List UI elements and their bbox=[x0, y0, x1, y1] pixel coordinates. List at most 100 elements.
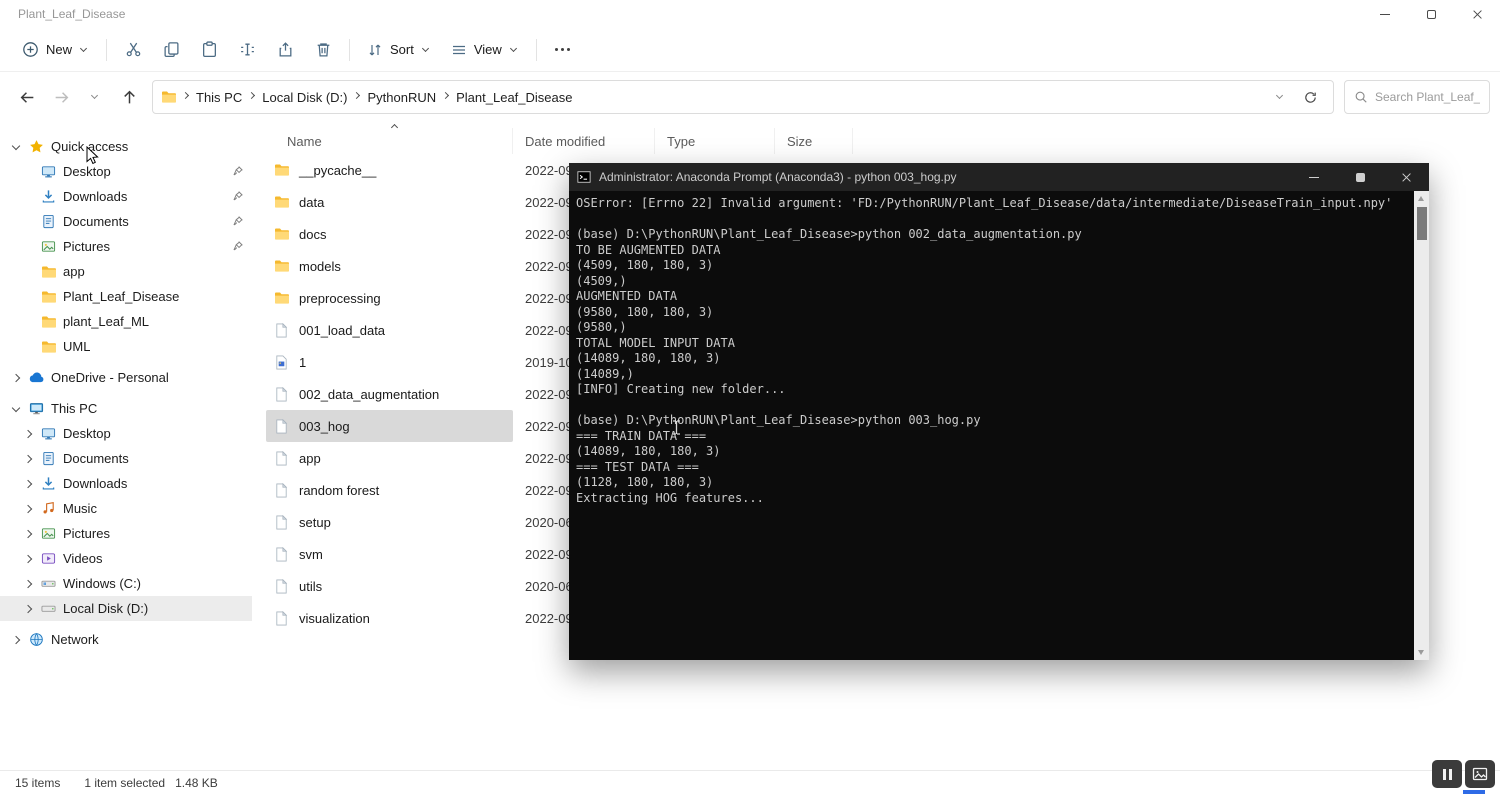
address-pill[interactable]: This PC Local Disk (D:) PythonRUN Plant_Lea… bbox=[152, 80, 1334, 114]
new-button[interactable]: New bbox=[12, 35, 99, 64]
explorer-toolbar: New Sort View bbox=[0, 28, 1500, 72]
breadcrumb-item-plant-leaf-disease[interactable]: Plant_Leaf_Disease bbox=[451, 86, 577, 109]
delete-button[interactable] bbox=[304, 34, 342, 66]
sidebar-item-app[interactable]: app bbox=[0, 259, 252, 284]
refresh-button[interactable] bbox=[1295, 83, 1325, 111]
sidebar-item-music[interactable]: Music bbox=[0, 496, 252, 521]
file-name-cell: docs bbox=[266, 218, 513, 250]
sidebar-item-uml[interactable]: UML bbox=[0, 334, 252, 359]
sidebar-item-local-disk-d[interactable]: Local Disk (D:) bbox=[0, 596, 252, 621]
chevron-right-icon[interactable] bbox=[8, 370, 24, 386]
windows-drive-icon bbox=[40, 576, 57, 592]
copy-button[interactable] bbox=[152, 34, 190, 66]
address-dropdown-button[interactable] bbox=[1265, 83, 1295, 111]
breadcrumb-separator[interactable] bbox=[441, 92, 451, 102]
file-icon bbox=[274, 611, 290, 626]
sidebar-item-onedrive-personal[interactable]: OneDrive - Personal bbox=[0, 365, 252, 390]
share-button[interactable] bbox=[266, 34, 304, 66]
maximize-button[interactable] bbox=[1408, 0, 1454, 28]
terminal-close-button[interactable] bbox=[1383, 163, 1429, 191]
pause-button[interactable] bbox=[1432, 760, 1462, 788]
up-button[interactable] bbox=[112, 81, 146, 113]
breadcrumb-item-local-disk-d[interactable]: Local Disk (D:) bbox=[257, 86, 352, 109]
sidebar-item-documents[interactable]: Documents bbox=[0, 446, 252, 471]
column-header-type[interactable]: Type bbox=[655, 128, 775, 154]
breadcrumb-separator[interactable] bbox=[181, 92, 191, 102]
sort-button[interactable]: Sort bbox=[357, 36, 441, 64]
column-header-date-modified[interactable]: Date modified bbox=[513, 128, 655, 154]
terminal-maximize-button[interactable] bbox=[1337, 163, 1383, 191]
terminal-scrollbar[interactable] bbox=[1414, 191, 1429, 660]
column-header-size[interactable]: Size bbox=[775, 128, 853, 154]
terminal-output[interactable]: OSError: [Errno 22] Invalid argument: 'F… bbox=[569, 191, 1414, 660]
anaconda-prompt-window[interactable]: Administrator: Anaconda Prompt (Anaconda… bbox=[569, 163, 1429, 660]
column-header-name[interactable]: Name bbox=[252, 128, 513, 154]
star-icon bbox=[28, 139, 45, 155]
sidebar-item-this-pc[interactable]: This PC bbox=[0, 396, 252, 421]
chevron-right-icon[interactable] bbox=[20, 551, 36, 567]
recent-locations-button[interactable] bbox=[78, 81, 112, 113]
drive-icon bbox=[40, 601, 57, 617]
search-box[interactable] bbox=[1344, 80, 1490, 114]
breadcrumb-item-this-pc[interactable]: This PC bbox=[191, 86, 247, 109]
chevron-spacer bbox=[20, 189, 36, 205]
sidebar-item-quick-access[interactable]: Quick access bbox=[0, 134, 252, 159]
breadcrumb-separator[interactable] bbox=[247, 92, 257, 102]
file-name: 1 bbox=[299, 355, 306, 370]
sidebar-item-windows-c[interactable]: Windows (C:) bbox=[0, 571, 252, 596]
sidebar-item-pictures[interactable]: Pictures bbox=[0, 521, 252, 546]
paste-button[interactable] bbox=[190, 34, 228, 66]
breadcrumb-item-pythonrun[interactable]: PythonRUN bbox=[362, 86, 441, 109]
close-icon bbox=[1472, 9, 1483, 20]
desktop-icon bbox=[40, 164, 57, 180]
file-name: 001_load_data bbox=[299, 323, 385, 338]
chevron-spacer bbox=[20, 239, 36, 255]
pin-icon bbox=[231, 215, 244, 228]
close-button[interactable] bbox=[1454, 0, 1500, 28]
sidebar-item-label: plant_Leaf_ML bbox=[63, 314, 149, 329]
chevron-right-icon[interactable] bbox=[20, 501, 36, 517]
selection-size: 1.48 KB bbox=[175, 776, 218, 790]
file-date-modified: 2019-10 bbox=[513, 355, 573, 370]
chevron-right-icon[interactable] bbox=[20, 576, 36, 592]
sidebar-item-downloads[interactable]: Downloads bbox=[0, 471, 252, 496]
documents-icon bbox=[40, 214, 57, 230]
scrollbar-thumb[interactable] bbox=[1417, 207, 1427, 240]
minimize-button[interactable] bbox=[1362, 0, 1408, 28]
forward-button[interactable] bbox=[44, 81, 78, 113]
chevron-down-icon[interactable] bbox=[8, 401, 24, 417]
more-options-button[interactable] bbox=[544, 34, 582, 66]
terminal-titlebar[interactable]: Administrator: Anaconda Prompt (Anaconda… bbox=[569, 163, 1429, 191]
sidebar-item-desktop[interactable]: Desktop bbox=[0, 159, 252, 184]
search-input[interactable] bbox=[1375, 90, 1480, 104]
chevron-right-icon[interactable] bbox=[20, 526, 36, 542]
sidebar-item-plant-leaf-disease[interactable]: Plant_Leaf_Disease bbox=[0, 284, 252, 309]
file-icon bbox=[274, 579, 290, 594]
sidebar-item-videos[interactable]: Videos bbox=[0, 546, 252, 571]
chevron-right-icon[interactable] bbox=[8, 632, 24, 648]
sidebar-item-desktop[interactable]: Desktop bbox=[0, 421, 252, 446]
pictures-icon bbox=[40, 239, 57, 255]
breadcrumb-separator[interactable] bbox=[352, 92, 362, 102]
chevron-right-icon[interactable] bbox=[20, 476, 36, 492]
chevron-down-icon[interactable] bbox=[8, 139, 24, 155]
sidebar-item-network[interactable]: Network bbox=[0, 627, 252, 652]
scroll-down-icon bbox=[1418, 650, 1424, 655]
sidebar-item-downloads[interactable]: Downloads bbox=[0, 184, 252, 209]
cut-button[interactable] bbox=[114, 34, 152, 66]
sidebar-item-pictures[interactable]: Pictures bbox=[0, 234, 252, 259]
sidebar-item-documents[interactable]: Documents bbox=[0, 209, 252, 234]
chevron-right-icon[interactable] bbox=[20, 451, 36, 467]
rename-button[interactable] bbox=[228, 34, 266, 66]
file-date-modified: 2022-09 bbox=[513, 387, 573, 402]
terminal-line: === TEST DATA === bbox=[576, 460, 1408, 476]
sidebar-item-plant-leaf-ml[interactable]: plant_Leaf_ML bbox=[0, 309, 252, 334]
terminal-minimize-button[interactable] bbox=[1291, 163, 1337, 191]
chevron-right-icon[interactable] bbox=[20, 426, 36, 442]
view-button[interactable]: View bbox=[441, 36, 529, 64]
rename-icon bbox=[239, 41, 256, 58]
chevron-right-icon[interactable] bbox=[20, 601, 36, 617]
capture-button[interactable] bbox=[1465, 760, 1495, 788]
chevron-down-icon bbox=[421, 45, 431, 55]
back-button[interactable] bbox=[10, 81, 44, 113]
